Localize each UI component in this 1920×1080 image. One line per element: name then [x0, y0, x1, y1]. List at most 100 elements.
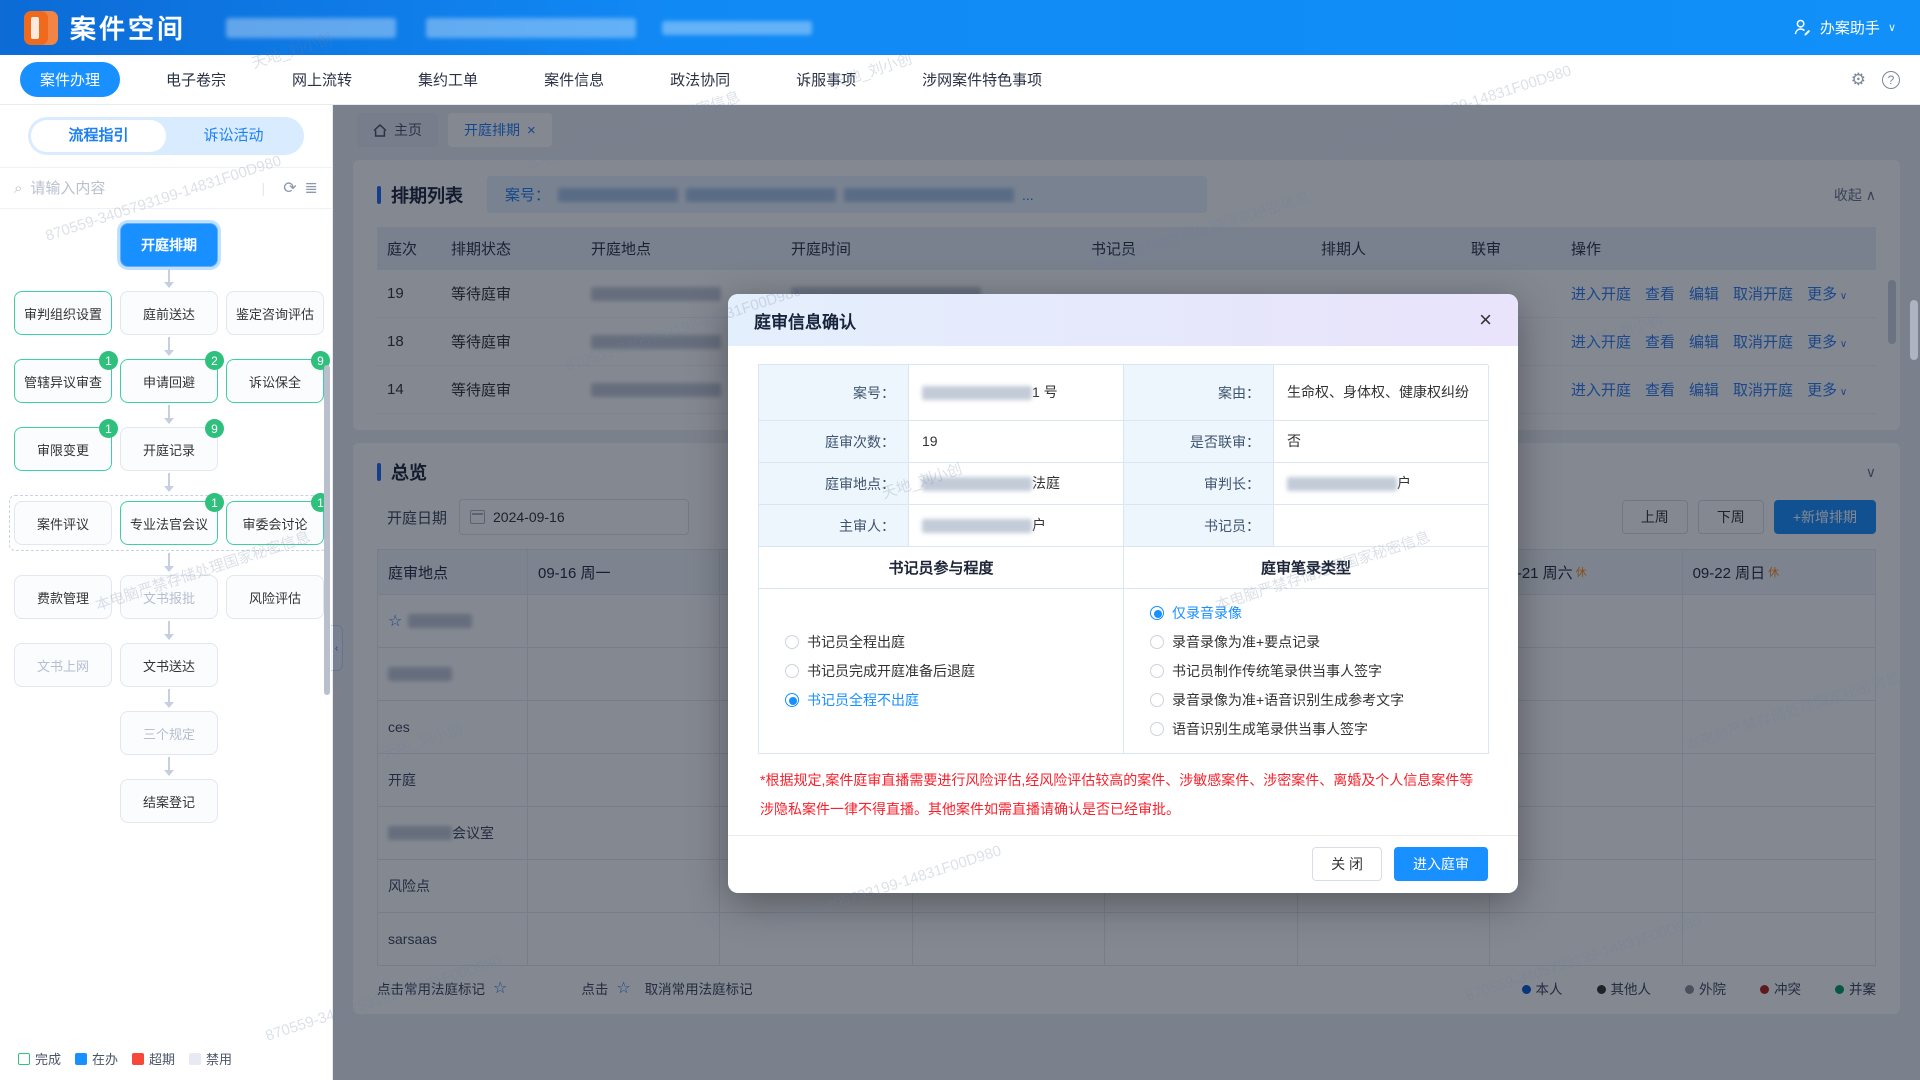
flow-spacer — [14, 711, 112, 755]
arrow-down-icon — [168, 689, 170, 703]
close-button[interactable]: 关 闭 — [1312, 847, 1382, 881]
radio-icon — [1150, 693, 1164, 707]
legend-item-0: 完成 — [18, 1049, 61, 1068]
close-icon[interactable]: × — [1479, 309, 1492, 331]
field-value-3: 否 — [1274, 421, 1489, 463]
flow-node-4-2[interactable]: 审委会讨论1 — [226, 501, 324, 545]
redacted-case-info — [426, 18, 636, 38]
redacted-case-info — [662, 21, 812, 35]
sidebar: 流程指引 诉讼活动 ⌕ | ⟳ ≣ 开庭排期审判组织设置庭前送达鉴定咨询评估管辖… — [0, 105, 333, 1080]
arrow-down-icon — [168, 757, 170, 771]
nav-tab-7[interactable]: 涉网案件特色事项 — [902, 62, 1062, 97]
radio-icon — [1150, 664, 1164, 678]
flow-node-1-1[interactable]: 庭前送达 — [120, 291, 218, 335]
radio-icon — [785, 635, 799, 649]
nav-tab-4[interactable]: 案件信息 — [524, 62, 624, 97]
record-type-option-1[interactable]: 录音录像为准+要点记录 — [1150, 632, 1404, 652]
field-value-1: 生命权、身体权、健康权纠纷 — [1274, 365, 1489, 421]
arrow-down-icon — [168, 269, 170, 283]
enter-hearing-button[interactable]: 进入庭审 — [1394, 847, 1488, 881]
flow-row-2: 管辖异议审查1申请回避2诉讼保全9 — [14, 359, 322, 403]
flow-node-2-1[interactable]: 申请回避2 — [120, 359, 218, 403]
legend-swatch — [132, 1053, 144, 1065]
field-label-2: 庭审次数： — [759, 421, 909, 463]
nav-tab-2[interactable]: 网上流转 — [272, 62, 372, 97]
legend-swatch — [18, 1053, 30, 1065]
field-value-7 — [1274, 505, 1489, 547]
flow-spacer — [226, 711, 324, 755]
search-input[interactable] — [30, 180, 251, 197]
participation-option-1[interactable]: 书记员完成开庭准备后退庭 — [785, 661, 975, 681]
hearing-confirm-dialog: 庭审信息确认 × 案号：1 号案由：生命权、身体权、健康权纠纷庭审次数：19是否… — [728, 294, 1518, 893]
nav-tab-1[interactable]: 电子卷宗 — [146, 62, 246, 97]
flow-node-4-0[interactable]: 案件评议 — [14, 501, 112, 545]
sidebar-scrollbar[interactable] — [324, 365, 330, 695]
flow-arrow-row — [14, 755, 322, 779]
flow-node-8-1[interactable]: 结案登记 — [120, 779, 218, 823]
tab-process-guide[interactable]: 流程指引 — [31, 120, 166, 152]
participation-option-2[interactable]: 书记员全程不出庭 — [785, 690, 975, 710]
record-type-section-title: 庭审笔录类型 — [1124, 547, 1489, 589]
field-value-2: 19 — [909, 421, 1124, 463]
help-icon[interactable]: ? — [1882, 71, 1900, 89]
flow-node-2-2[interactable]: 诉讼保全9 — [226, 359, 324, 403]
layers-icon[interactable]: ≣ — [305, 178, 318, 198]
record-type-option-0[interactable]: 仅录音录像 — [1150, 603, 1404, 623]
radio-icon — [1150, 635, 1164, 649]
flow-spacer — [14, 223, 112, 267]
flow-row-8: 结案登记 — [14, 779, 322, 823]
field-label-3: 是否联审： — [1124, 421, 1274, 463]
nav-tab-5[interactable]: 政法协同 — [650, 62, 750, 97]
record-type-option-2[interactable]: 书记员制作传统笔录供当事人签字 — [1150, 661, 1404, 681]
tab-litigation-activity[interactable]: 诉讼活动 — [166, 120, 301, 152]
flow-arrow-row — [14, 335, 322, 359]
app-logo-icon — [24, 11, 58, 45]
field-label-7: 书记员： — [1124, 505, 1274, 547]
flow-row-1: 审判组织设置庭前送达鉴定咨询评估 — [14, 291, 322, 335]
legend-item-2: 超期 — [132, 1049, 175, 1068]
flow-node-4-1[interactable]: 专业法官会议1 — [120, 501, 218, 545]
participation-option-0[interactable]: 书记员全程出庭 — [785, 632, 975, 652]
flow-row-4: 案件评议专业法官会议1审委会讨论1 — [14, 501, 322, 545]
redacted-field-value — [1287, 477, 1397, 491]
flow-node-3-1[interactable]: 开庭记录9 — [120, 427, 218, 471]
flow-node-7-1: 三个规定 — [120, 711, 218, 755]
flow-node-5-2[interactable]: 风险评估 — [226, 575, 324, 619]
flow-node-2-0[interactable]: 管辖异议审查1 — [14, 359, 112, 403]
participation-section-title: 书记员参与程度 — [759, 547, 1124, 589]
flow-node-badge: 1 — [205, 493, 224, 512]
redacted-case-info — [226, 18, 396, 38]
record-type-option-3[interactable]: 录音录像为准+语音识别生成参考文字 — [1150, 690, 1404, 710]
nav-tab-0[interactable]: 案件办理 — [20, 62, 120, 97]
participation-group: 书记员全程出庭书记员完成开庭准备后退庭书记员全程不出庭 — [759, 589, 1124, 754]
assistant-menu[interactable]: 办案助手 ∨ — [1793, 17, 1896, 38]
dialog-header: 庭审信息确认 × — [728, 294, 1518, 346]
field-value-5: 户 — [1274, 463, 1489, 505]
flow-arrow-row — [14, 267, 322, 291]
flow-node-1-0[interactable]: 审判组织设置 — [14, 291, 112, 335]
nav-tab-6[interactable]: 诉服事项 — [776, 62, 876, 97]
flow-node-badge: 1 — [99, 419, 118, 438]
field-value-0: 1 号 — [909, 365, 1124, 421]
flow-row-6: 文书上网文书送达 — [14, 643, 322, 687]
flow-node-0-1[interactable]: 开庭排期 — [120, 223, 218, 267]
settings-gear-icon[interactable]: ⚙ — [1851, 70, 1866, 90]
flow-node-5-0[interactable]: 费款管理 — [14, 575, 112, 619]
dialog-title: 庭审信息确认 — [754, 308, 856, 333]
record-type-option-4[interactable]: 语音识别生成笔录供当事人签字 — [1150, 719, 1404, 739]
chevron-down-icon: ∨ — [1888, 21, 1896, 34]
flow-spacer — [14, 779, 112, 823]
redacted-field-value — [922, 477, 1032, 491]
nav-tab-3[interactable]: 集约工单 — [398, 62, 498, 97]
field-value-4: 法庭 — [909, 463, 1124, 505]
refresh-icon[interactable]: ⟳ — [283, 178, 296, 198]
flow-row-5: 费款管理文书报批风险评估 — [14, 575, 322, 619]
arrow-down-icon — [168, 337, 170, 351]
flow-node-1-2[interactable]: 鉴定咨询评估 — [226, 291, 324, 335]
flow-node-6-1[interactable]: 文书送达 — [120, 643, 218, 687]
flow-spacer — [226, 643, 324, 687]
divider: | — [262, 180, 266, 196]
flow-node-3-0[interactable]: 审限变更1 — [14, 427, 112, 471]
radio-icon — [1150, 722, 1164, 736]
page-scrollbar[interactable] — [1910, 300, 1918, 360]
